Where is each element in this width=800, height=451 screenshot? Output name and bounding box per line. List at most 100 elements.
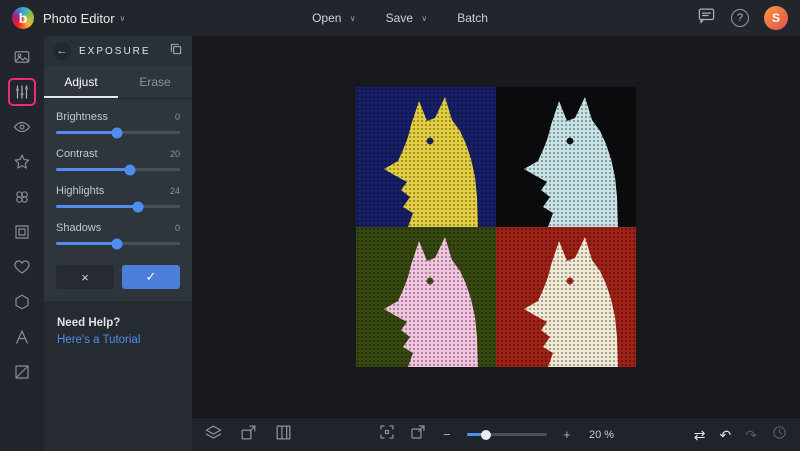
app-logo-icon[interactable]: b (12, 7, 34, 29)
slider-highlights: Highlights 24 (56, 185, 180, 212)
open-menu[interactable]: Open ∨ (312, 11, 356, 25)
zoom-slider[interactable] (466, 429, 547, 440)
rail-item-effects[interactable] (8, 148, 36, 176)
layers-icon[interactable] (204, 423, 223, 447)
history-icon[interactable] (771, 424, 788, 446)
chevron-down-icon: ∨ (119, 13, 126, 23)
bottombar-right: ⇄ ↶ ↷ (694, 424, 788, 446)
slider-label: Brightness (56, 111, 108, 123)
slider-knob[interactable] (124, 164, 136, 175)
slider-value: 0 (174, 112, 180, 122)
panel-actions: × ✓ (44, 263, 192, 301)
rail-item-artsy[interactable] (8, 183, 36, 211)
grid-icon[interactable] (274, 423, 293, 447)
sliders-icon (16, 85, 28, 99)
check-icon: ✓ (145, 269, 157, 284)
eye-icon (13, 121, 31, 133)
tab-erase[interactable]: Erase (118, 66, 192, 98)
bottombar-left (204, 423, 293, 447)
slider-shadows: Shadows 0 (56, 222, 180, 249)
canvas-resize-icon[interactable] (239, 423, 258, 447)
zoom-controls: − + 20 % (378, 423, 614, 446)
frame-icon (15, 225, 29, 239)
zoom-knob[interactable] (481, 429, 492, 440)
panel-tabs: Adjust Erase (44, 66, 192, 99)
user-avatar[interactable]: S (764, 6, 788, 30)
wolf-eye (426, 277, 434, 284)
slider-fill (56, 131, 117, 134)
slider-label: Highlights (56, 185, 105, 197)
rail-item-frames[interactable] (8, 218, 36, 246)
heart-icon (14, 260, 30, 274)
chevron-down-icon: ∨ (421, 13, 428, 23)
save-menu[interactable]: Save ∨ (386, 11, 428, 25)
quadrant-bottom-left (356, 226, 496, 367)
tool-panel: ← EXPOSURE Adjust Erase Brightness 0 Con… (44, 36, 192, 451)
slider-track[interactable] (56, 201, 180, 212)
zoom-in-button[interactable]: + (560, 427, 574, 442)
compare-icon[interactable]: ⇄ (694, 428, 706, 442)
slider-list: Brightness 0 Contrast 20 Highlights 24 S… (44, 99, 192, 263)
exposure-card: ← EXPOSURE Adjust Erase Brightness 0 Con… (44, 36, 192, 301)
slider-track[interactable] (56, 127, 180, 138)
feedback-icon[interactable] (697, 6, 716, 30)
help-button[interactable]: ? (731, 9, 749, 27)
tool-rail (0, 36, 44, 451)
slider-track[interactable] (56, 164, 180, 175)
tab-adjust[interactable]: Adjust (44, 66, 118, 98)
slider-value: 20 (169, 149, 180, 159)
main-area: ← EXPOSURE Adjust Erase Brightness 0 Con… (0, 36, 800, 451)
duplicate-icon[interactable] (169, 42, 183, 61)
fit-screen-icon[interactable] (378, 423, 396, 446)
slider-knob[interactable] (111, 127, 123, 138)
zoom-out-button[interactable]: − (440, 427, 454, 442)
clover-icon (16, 191, 28, 203)
app-logo-letter: b (18, 10, 28, 26)
texture-icon (15, 365, 29, 379)
wolf-eye (426, 137, 434, 144)
rail-item-photos[interactable] (8, 43, 36, 71)
slider-fill (56, 168, 131, 171)
slider-value: 0 (174, 223, 180, 233)
slider-value: 24 (169, 186, 180, 196)
slider-fill (56, 205, 138, 208)
zoom-level: 20 % (588, 428, 615, 441)
slider-brightness: Brightness 0 (56, 111, 180, 138)
rail-item-edit-active[interactable] (8, 78, 36, 106)
slider-track[interactable] (56, 238, 180, 249)
fullscreen-icon[interactable] (409, 423, 427, 446)
apply-button[interactable]: ✓ (122, 265, 180, 289)
help-block: Need Help? Here's a Tutorial (44, 301, 192, 362)
text-icon (16, 330, 28, 344)
canvas-area[interactable] (192, 36, 800, 417)
undo-icon[interactable]: ↶ (720, 428, 732, 442)
quadrant-bottom-right (496, 226, 636, 367)
star-icon (14, 154, 30, 169)
slider-label: Shadows (56, 222, 102, 234)
batch-menu[interactable]: Batch (457, 11, 488, 25)
slider-fill (56, 242, 117, 245)
rail-item-touchup[interactable] (8, 113, 36, 141)
cancel-button[interactable]: × (56, 265, 114, 289)
rail-item-textures[interactable] (8, 358, 36, 386)
pop-art-image[interactable] (356, 86, 636, 367)
rail-item-text[interactable] (8, 323, 36, 351)
tutorial-link[interactable]: Here's a Tutorial (57, 334, 179, 346)
main-menu: Open ∨ Save ∨ Batch (312, 0, 488, 36)
panel-title: EXPOSURE (79, 45, 151, 57)
slider-contrast: Contrast 20 (56, 148, 180, 175)
app-title[interactable]: Photo Editor (43, 11, 115, 26)
topbar-right: ? S (697, 6, 788, 30)
wolf-eye (566, 277, 574, 284)
top-bar: b Photo Editor ∨ Open ∨ Save ∨ Batch ? S (0, 0, 800, 36)
close-icon: × (81, 269, 89, 285)
slider-knob[interactable] (132, 201, 144, 212)
rail-item-graphics[interactable] (8, 253, 36, 281)
redo-icon[interactable]: ↷ (745, 428, 757, 442)
wolf-eye (566, 137, 574, 144)
quadrant-top-right (496, 86, 636, 227)
rail-item-overlays[interactable] (8, 288, 36, 316)
back-button[interactable]: ← (53, 42, 71, 60)
hexagon-icon (15, 294, 29, 310)
slider-knob[interactable] (111, 238, 123, 249)
